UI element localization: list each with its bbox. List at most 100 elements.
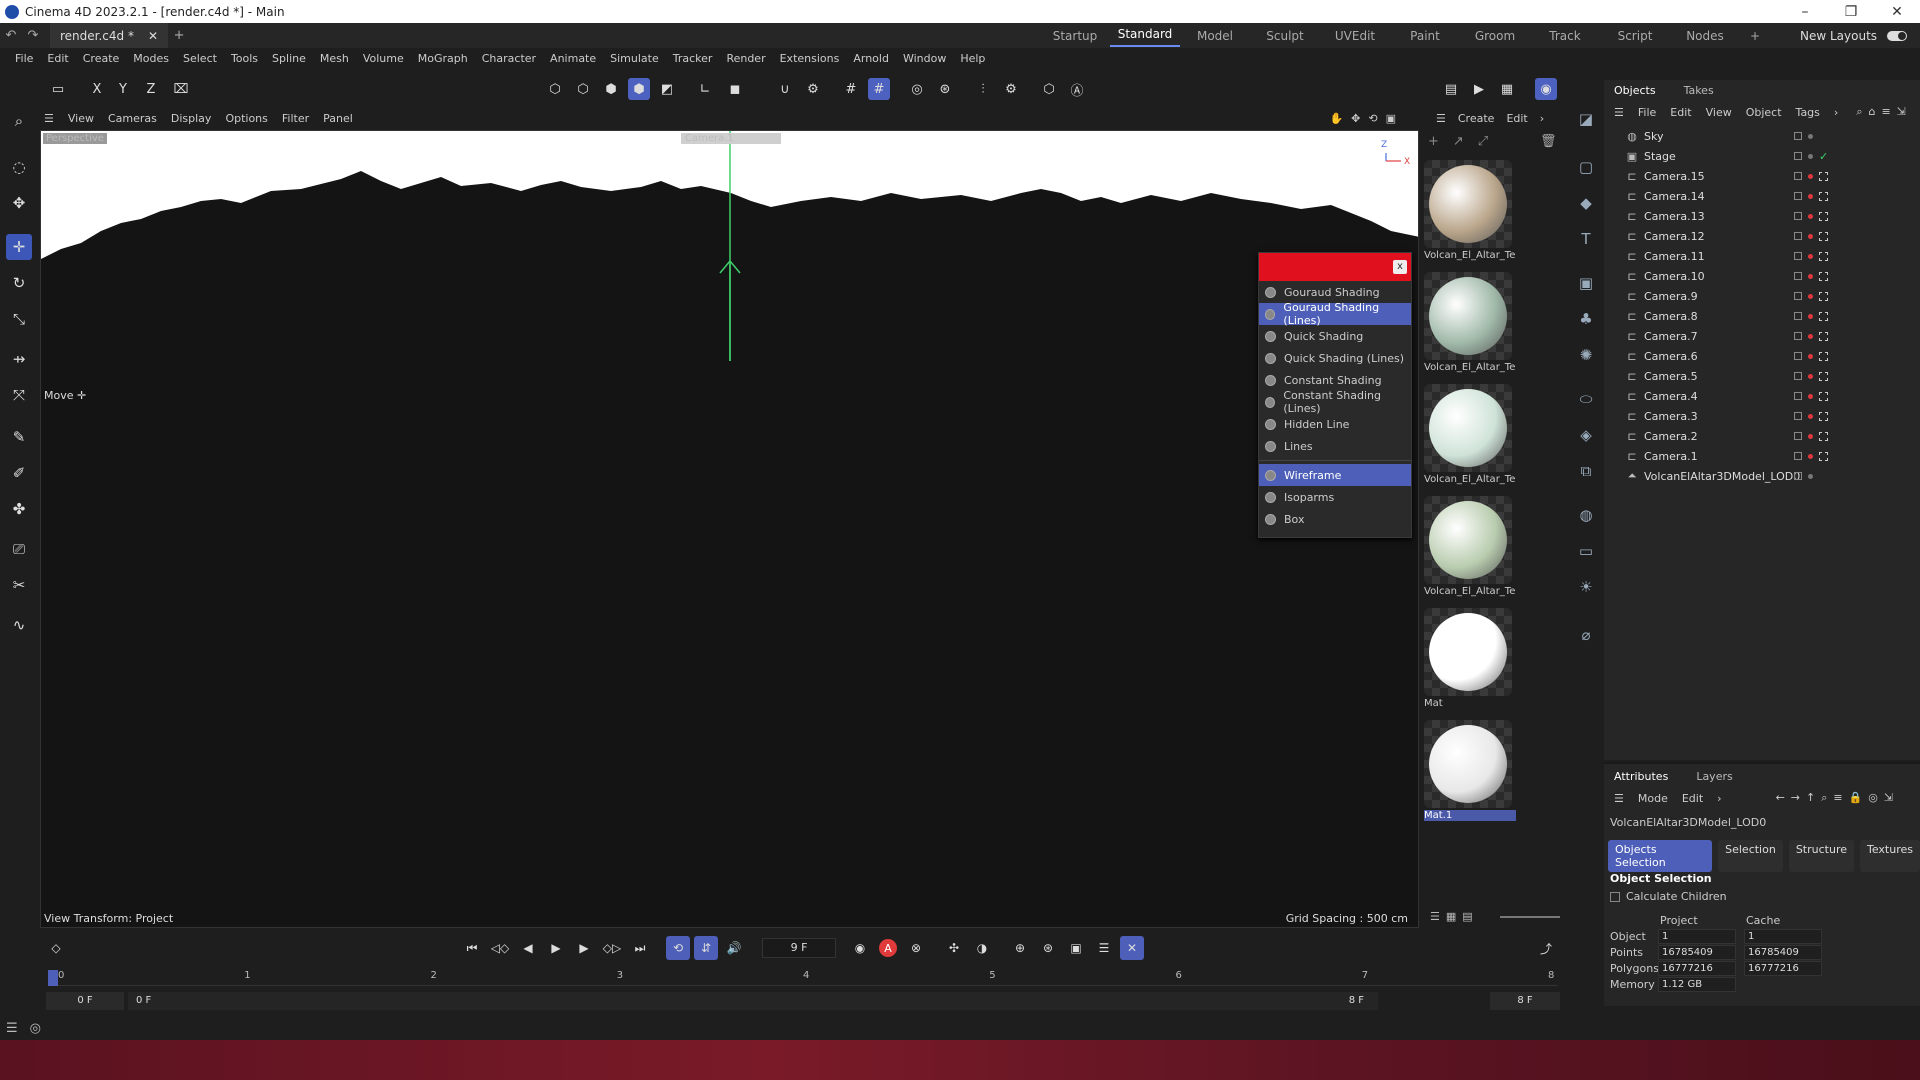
selection-object-icon[interactable]: ⧉ — [1573, 458, 1599, 484]
object-menu-view[interactable]: View — [1706, 106, 1732, 119]
shading-option[interactable]: Constant Shading (Lines) — [1259, 389, 1411, 415]
material-swatch[interactable]: Volcan_El_Altar_Te — [1424, 272, 1516, 376]
camera-rig-icon[interactable]: ▭ — [1573, 538, 1599, 564]
camera-tag-icon[interactable] — [1819, 371, 1828, 381]
light-object-icon[interactable]: ☀ — [1573, 574, 1599, 600]
material-menu-icon[interactable]: ☰ — [1436, 112, 1446, 125]
render-view-icon[interactable]: ⬡ — [1038, 78, 1060, 100]
material-swatch[interactable]: Volcan_El_Altar_Te — [1424, 384, 1516, 488]
layer-checkbox[interactable] — [1794, 152, 1802, 160]
menu-help[interactable]: Help — [953, 52, 992, 65]
camera-tag-icon[interactable] — [1819, 351, 1828, 361]
menu-mesh[interactable]: Mesh — [313, 52, 356, 65]
play-icon[interactable]: ▶ — [544, 936, 568, 960]
object-row[interactable]: ⊏ Camera.1 — [1624, 446, 1914, 466]
environment-icon[interactable]: ◍ — [1573, 502, 1599, 528]
visibility-dot[interactable] — [1808, 173, 1813, 179]
redo-icon[interactable]: ↷ — [22, 28, 44, 43]
attribute-menu-mode[interactable]: Mode — [1638, 792, 1668, 805]
viewport-menu-view[interactable]: View — [68, 112, 94, 125]
spline-tool-icon[interactable]: ∿ — [6, 612, 32, 638]
mirror-icon[interactable]: ⫶ — [972, 78, 994, 100]
previous-frame-icon[interactable]: ◀ — [516, 936, 540, 960]
delete-material-icon[interactable]: 🗑 — [1540, 134, 1557, 149]
current-frame-input[interactable]: 9 F — [762, 938, 836, 958]
menu-tools[interactable]: Tools — [224, 52, 265, 65]
calculate-children-checkbox[interactable] — [1610, 891, 1620, 902]
object-row[interactable]: ▣ Stage ✓ — [1624, 146, 1914, 166]
key-position-icon[interactable]: ✣ — [942, 936, 966, 960]
shading-option[interactable]: Quick Shading — [1259, 325, 1411, 347]
end-frame-field[interactable]: 8 F — [1490, 992, 1560, 1010]
minimize-icon[interactable]: – — [1782, 4, 1828, 20]
start-frame-field[interactable]: 0 F — [46, 992, 124, 1010]
keyframe-icon[interactable]: ◇ — [44, 936, 68, 960]
polygons-mode-icon[interactable]: ⬢ — [600, 78, 622, 100]
object-row[interactable]: ⊏ Camera.8 — [1624, 306, 1914, 326]
shading-option[interactable]: Quick Shading (Lines) — [1259, 347, 1411, 369]
object-row[interactable]: ⏶ VolcanElAltar3DModel_LOD0 — [1624, 466, 1914, 486]
autodesk-icon[interactable]: Ⓐ — [1066, 78, 1088, 100]
subtab-textures[interactable]: Textures — [1860, 840, 1920, 872]
layout-script[interactable]: Script — [1600, 29, 1670, 43]
visibility-dot[interactable] — [1808, 413, 1813, 419]
undo-icon[interactable]: ↶ — [0, 28, 22, 43]
live-selection-icon[interactable]: ◌ — [6, 154, 32, 180]
axis-z-button[interactable]: Z — [140, 78, 162, 100]
placement-tool-icon[interactable]: ⇸ — [6, 346, 32, 372]
camera-tag-icon[interactable] — [1819, 291, 1828, 301]
camera-tag-icon[interactable] — [1819, 411, 1828, 421]
material-menu-edit[interactable]: Edit — [1506, 112, 1527, 125]
cube-object-icon[interactable]: ◆ — [1573, 190, 1599, 216]
attribute-nav-icons[interactable]: ←→↑⌕≡🔒◎⇲ — [1776, 791, 1900, 805]
tags-icon[interactable]: ⌀ — [1573, 622, 1599, 648]
knife-tool-icon[interactable]: ✂ — [6, 572, 32, 598]
menu-create[interactable]: Create — [76, 52, 127, 65]
camera-tag-icon[interactable] — [1819, 331, 1828, 341]
shading-option[interactable]: Box — [1259, 508, 1411, 530]
playhead[interactable] — [48, 970, 58, 986]
material-menu-create[interactable]: Create — [1458, 112, 1495, 125]
frame-ruler[interactable]: 0 1 2 3 4 5 6 7 8 — [48, 970, 1558, 986]
object-row[interactable]: ⊏ Camera.7 — [1624, 326, 1914, 346]
tab-objects[interactable]: Objects — [1614, 84, 1656, 97]
object-row[interactable]: ⊏ Camera.11 — [1624, 246, 1914, 266]
visibility-dot[interactable] — [1808, 153, 1813, 159]
brush-tool-icon[interactable]: ⎚ — [6, 536, 32, 562]
layer-checkbox[interactable] — [1794, 132, 1802, 140]
shading-option[interactable]: Isoparms — [1259, 486, 1411, 508]
symmetry-icon[interactable]: ⊛ — [934, 78, 956, 100]
camera-tag-icon[interactable] — [1819, 231, 1828, 241]
menu-spline[interactable]: Spline — [265, 52, 313, 65]
model-mode-icon[interactable]: ⬢ — [628, 78, 650, 100]
menu-render[interactable]: Render — [719, 52, 772, 65]
layer-checkbox[interactable] — [1794, 272, 1802, 280]
object-row[interactable]: ⊏ Camera.2 — [1624, 426, 1914, 446]
document-tab[interactable]: render.c4d * ✕ — [50, 23, 169, 48]
loop-icon[interactable]: ⟲ — [666, 936, 690, 960]
text-object-icon[interactable]: T — [1573, 226, 1599, 252]
move-tool-icon[interactable]: ✛ — [6, 234, 32, 260]
layer-checkbox[interactable] — [1794, 412, 1802, 420]
new-layouts-toggle[interactable] — [1887, 30, 1908, 41]
selection-tools-icon[interactable]: ✥ — [6, 190, 32, 216]
camera-tag-icon[interactable] — [1819, 451, 1828, 461]
menu-window[interactable]: Window — [896, 52, 953, 65]
menu-extensions[interactable]: Extensions — [773, 52, 847, 65]
object-row[interactable]: ◍ Sky — [1624, 126, 1914, 146]
menu-animate[interactable]: Animate — [543, 52, 603, 65]
generator-icon[interactable]: ▣ — [1573, 270, 1599, 296]
grid-snap-icon[interactable]: # — [840, 78, 862, 100]
layer-checkbox[interactable] — [1794, 452, 1802, 460]
coordinate-system-icon[interactable]: ▭ — [47, 78, 69, 100]
object-menu-icon[interactable]: ☰ — [1614, 106, 1624, 119]
layout-nodes[interactable]: Nodes — [1670, 29, 1740, 43]
record-active-icon[interactable]: ◉ — [848, 936, 872, 960]
sound-icon[interactable]: 🔊 — [722, 936, 746, 960]
layout-paint[interactable]: Paint — [1390, 29, 1460, 43]
status-menu-icon[interactable]: ☰ — [6, 1021, 18, 1036]
object-row[interactable]: ⊏ Camera.12 — [1624, 226, 1914, 246]
soft-selection-icon[interactable]: ◎ — [906, 78, 928, 100]
visibility-dot[interactable] — [1808, 433, 1813, 439]
object-row[interactable]: ⊏ Camera.14 — [1624, 186, 1914, 206]
